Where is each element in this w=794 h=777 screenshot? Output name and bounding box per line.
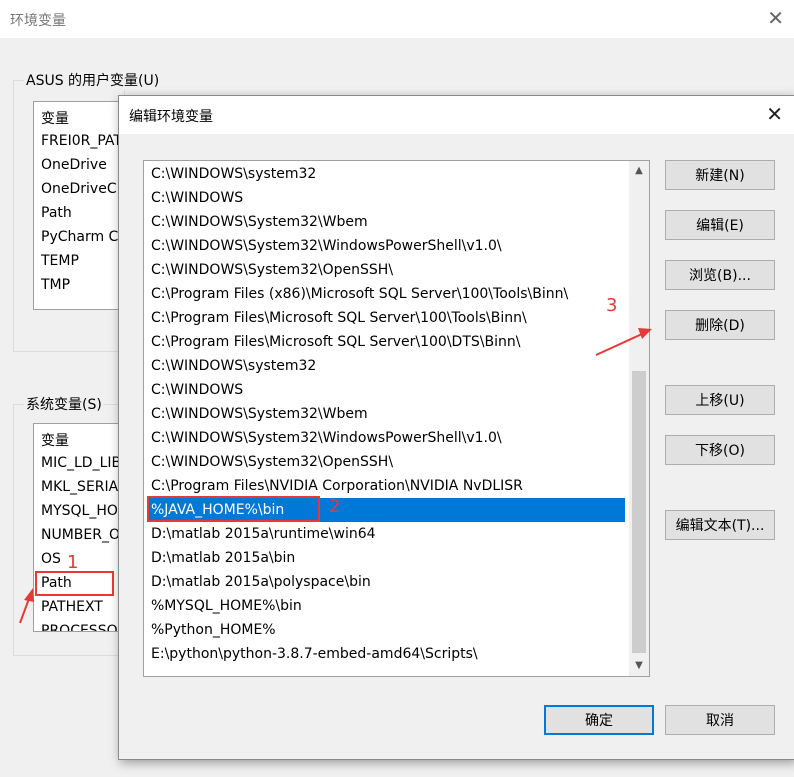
annotation-arrow-3 (595, 328, 652, 356)
